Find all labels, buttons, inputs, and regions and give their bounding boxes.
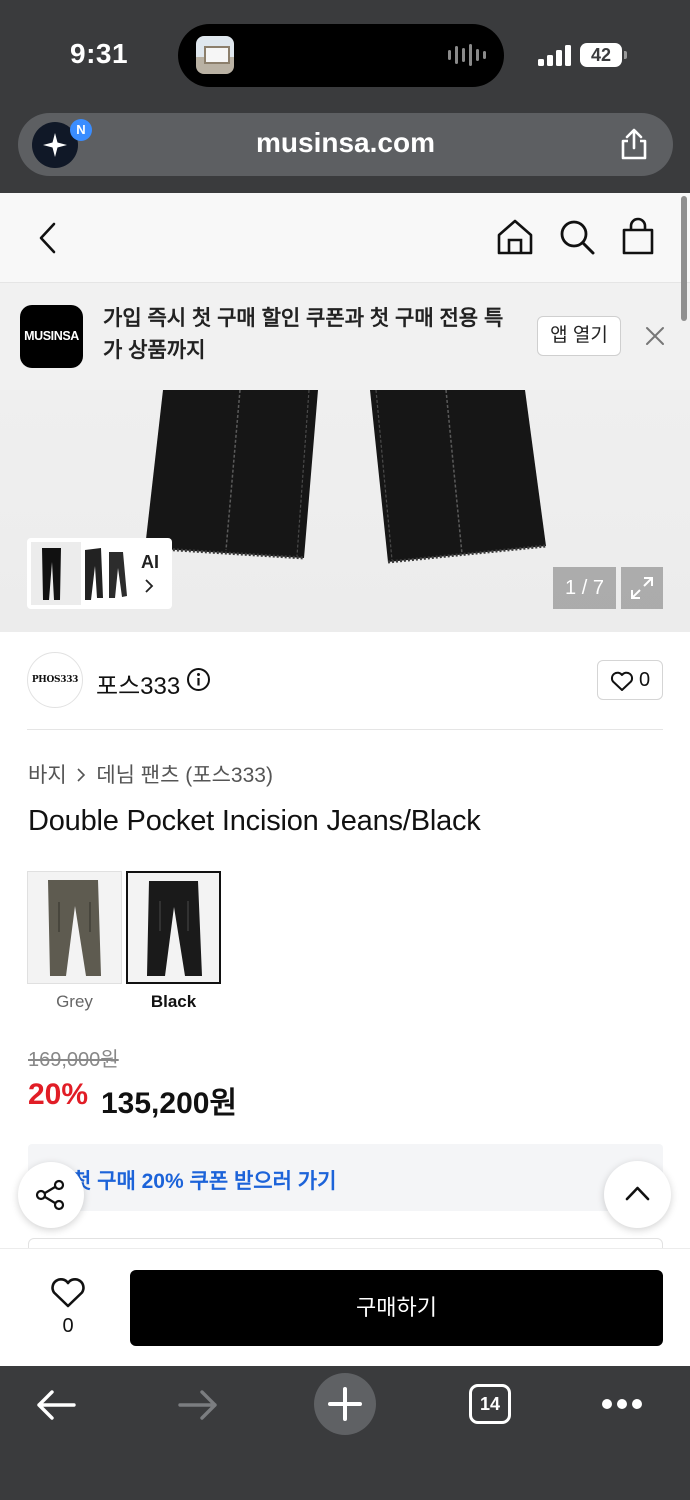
brand-row: PHOS333 포스333 0 — [27, 652, 663, 708]
purchase-bar: 0 구매하기 — [0, 1248, 690, 1366]
variant-label-grey: Grey — [56, 992, 93, 1011]
new-tab-button[interactable] — [314, 1373, 376, 1435]
back-arrow-icon[interactable] — [34, 1388, 76, 1422]
sale-price: 135,200원 — [101, 1087, 238, 1120]
audio-wave-icon — [448, 44, 486, 66]
variant-grey[interactable]: Grey — [27, 871, 122, 1012]
home-icon[interactable] — [496, 218, 534, 256]
more-options-icon[interactable] — [601, 1397, 643, 1411]
category-breadcrumb: 바지 데님 팬츠 (포스333) — [28, 759, 273, 789]
variant-black[interactable]: Black — [126, 871, 221, 1012]
wishlist-button[interactable]: 0 — [36, 1273, 100, 1353]
back-arrow-icon[interactable] — [36, 221, 60, 255]
share-nodes-icon — [35, 1179, 65, 1211]
search-icon[interactable] — [558, 218, 596, 256]
close-icon[interactable] — [644, 325, 666, 347]
open-app-button[interactable]: 앱 열기 — [537, 316, 621, 356]
ai-label: AI — [141, 552, 159, 572]
scroll-to-top-button[interactable] — [604, 1161, 671, 1228]
breadcrumb-item-pants[interactable]: 바지 — [28, 764, 67, 787]
brand-logo[interactable]: PHOS333 — [27, 652, 83, 708]
dynamic-island — [178, 24, 504, 87]
brand-like-button[interactable]: 0 — [597, 660, 663, 700]
heart-icon — [610, 671, 634, 691]
info-icon[interactable] — [186, 667, 211, 692]
heart-icon — [51, 1278, 85, 1308]
now-playing-thumbnail — [196, 36, 234, 74]
tabs-button[interactable]: 14 — [469, 1384, 511, 1424]
brand-like-count: 0 — [639, 669, 651, 691]
wishlist-count: 0 — [62, 1315, 74, 1337]
page-scrollbar[interactable] — [681, 196, 687, 321]
variant-thumbnail-black — [126, 871, 221, 984]
coupon-text: 첫 구매 20% 쿠폰 받으러 가기 — [72, 1170, 337, 1193]
chevron-right-icon — [76, 764, 86, 788]
brand-name[interactable]: 포스333 — [96, 666, 180, 701]
address-bar[interactable]: N musinsa.com — [18, 113, 673, 176]
shopping-bag-icon[interactable] — [621, 217, 655, 255]
product-image-gallery[interactable]: AI 1 / 7 — [0, 390, 690, 632]
site-header — [0, 193, 690, 283]
cellular-signal-icon — [538, 44, 572, 66]
plus-icon — [328, 1387, 362, 1421]
share-icon[interactable] — [619, 127, 649, 161]
url-text[interactable]: musinsa.com — [18, 127, 673, 159]
forward-arrow-icon[interactable] — [178, 1388, 220, 1422]
chevron-up-icon — [625, 1186, 650, 1201]
browser-top-chrome: 9:31 42 N musinsa.com — [0, 0, 690, 193]
product-title: Double Pocket Incision Jeans/Black — [28, 805, 481, 837]
app-install-banner: MUSINSA 가입 즉시 첫 구매 할인 쿠폰과 첫 구매 전용 특가 상품까… — [0, 283, 690, 390]
buy-button[interactable]: 구매하기 — [130, 1270, 663, 1346]
musinsa-app-logo: MUSINSA — [20, 305, 83, 368]
coupon-banner[interactable]: 첫 구매 20% 쿠폰 받으러 가기 — [28, 1144, 663, 1211]
image-page-counter: 1 / 7 — [553, 567, 616, 609]
chevron-right-icon — [145, 579, 154, 593]
expand-icon — [631, 577, 653, 599]
discount-rate: 20% — [28, 1078, 89, 1111]
battery-indicator: 42 — [580, 43, 627, 67]
expand-image-button[interactable] — [621, 567, 663, 609]
original-price: 169,000원 — [28, 1049, 119, 1071]
ai-thumbnail-strip[interactable]: AI — [27, 538, 172, 609]
thumbnail-jeans-images — [31, 542, 127, 605]
share-button[interactable] — [18, 1162, 84, 1228]
status-time: 9:31 — [70, 38, 129, 69]
breadcrumb-item-denim[interactable]: 데님 팬츠 (포스333) — [96, 764, 273, 787]
browser-bottom-toolbar: 14 — [0, 1366, 690, 1500]
app-banner-message: 가입 즉시 첫 구매 할인 쿠폰과 첫 구매 전용 특가 상품까지 — [103, 307, 504, 362]
variant-thumbnail-grey — [27, 871, 122, 984]
divider — [27, 729, 663, 730]
variant-label-black: Black — [150, 992, 197, 1011]
